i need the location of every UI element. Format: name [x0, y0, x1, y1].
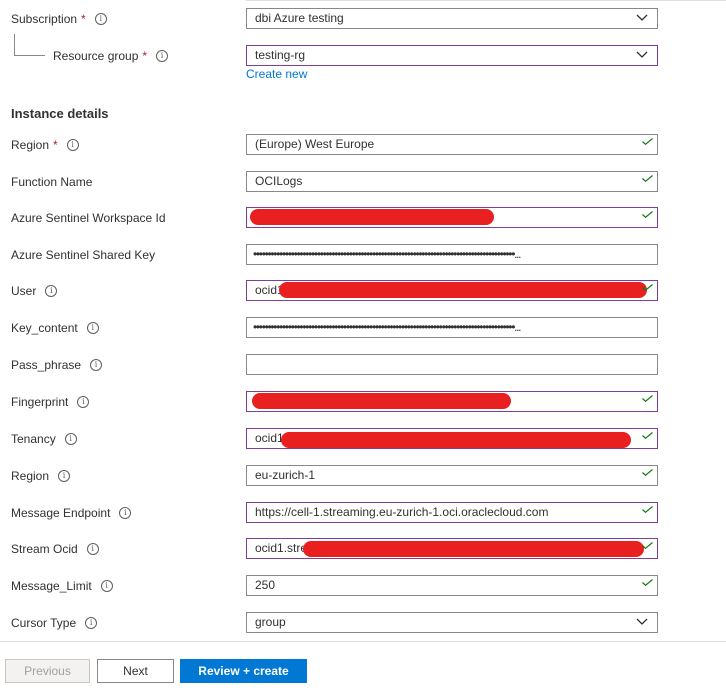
next-button[interactable]: Next — [97, 659, 174, 683]
info-icon[interactable]: i — [86, 321, 99, 334]
info-icon[interactable]: i — [156, 49, 169, 62]
workspace-id-input[interactable] — [246, 207, 658, 228]
check-icon — [642, 506, 653, 513]
top-divider — [246, 0, 726, 1]
subscription-dropdown[interactable]: dbi Azure testing — [246, 8, 658, 29]
resource-group-label: Resource group * i — [53, 46, 169, 66]
info-icon[interactable]: i — [77, 395, 90, 408]
check-icon — [642, 395, 653, 402]
key-content-input[interactable]: ••••••••••••••••••••••••••••••••••••••••… — [246, 317, 658, 338]
check-icon — [642, 469, 653, 476]
required-asterisk: * — [81, 12, 86, 26]
message-limit-input[interactable]: 250 — [246, 575, 658, 596]
shared-key-input[interactable]: ••••••••••••••••••••••••••••••••••••••••… — [246, 244, 658, 265]
info-icon[interactable]: i — [85, 616, 98, 629]
chevron-down-icon — [636, 14, 648, 21]
subscription-label: Subscription * i — [11, 9, 107, 29]
function-name-label: Function Name — [11, 175, 93, 189]
chevron-down-icon — [636, 618, 648, 625]
resource-group-dropdown[interactable]: testing-rg — [246, 45, 658, 66]
info-icon[interactable]: i — [94, 12, 107, 25]
message-endpoint-input[interactable]: https://cell-1.streaming.eu-zurich-1.oci… — [246, 502, 658, 523]
check-icon — [642, 579, 653, 586]
stream-ocid-label: Stream Ocid i — [11, 539, 99, 559]
create-new-link[interactable]: Create new — [246, 67, 307, 81]
message-limit-label: Message_Limit i — [11, 576, 113, 596]
footer-divider — [0, 641, 726, 642]
key-content-label: Key_content i — [11, 318, 99, 338]
review-create-button[interactable]: Review + create — [180, 659, 307, 683]
message-endpoint-label: Message Endpoint i — [11, 503, 132, 523]
function-name-input[interactable]: OCILogs — [246, 171, 658, 192]
oci-region-label: Region i — [11, 466, 71, 486]
check-icon — [642, 175, 653, 182]
check-icon — [642, 211, 653, 218]
check-icon — [642, 542, 653, 549]
cursor-type-dropdown[interactable]: group — [246, 612, 658, 633]
tree-connector — [14, 34, 15, 56]
info-icon[interactable]: i — [58, 469, 71, 482]
stream-ocid-input[interactable]: ocid1.stre — [246, 538, 658, 559]
redaction-mark — [250, 209, 494, 225]
shared-key-label: Azure Sentinel Shared Key — [11, 248, 156, 262]
pass-phrase-label: Pass_phrase i — [11, 355, 103, 375]
required-asterisk: * — [142, 49, 148, 63]
check-icon — [642, 284, 653, 291]
previous-button[interactable]: Previous — [5, 659, 90, 683]
required-asterisk: * — [53, 138, 58, 152]
region-label: Region * i — [11, 135, 79, 155]
pass-phrase-input[interactable] — [246, 354, 658, 375]
tenancy-input[interactable]: ocid1 — [246, 428, 658, 449]
info-icon[interactable]: i — [86, 542, 99, 555]
redaction-mark — [279, 282, 647, 298]
info-icon[interactable]: i — [45, 284, 58, 297]
user-label: User i — [11, 281, 58, 301]
user-input[interactable]: ocid1 — [246, 280, 658, 301]
workspace-id-label: Azure Sentinel Workspace Id — [11, 211, 166, 225]
region-dropdown[interactable]: (Europe) West Europe — [246, 134, 658, 155]
redaction-mark — [303, 541, 644, 557]
info-icon[interactable]: i — [100, 579, 113, 592]
info-icon[interactable]: i — [66, 138, 79, 151]
section-title: Instance details — [11, 106, 109, 121]
check-icon — [642, 432, 653, 439]
info-icon[interactable]: i — [90, 358, 103, 371]
chevron-down-icon — [636, 51, 648, 58]
redaction-mark — [252, 393, 511, 409]
redaction-mark — [281, 432, 631, 448]
tree-connector — [14, 55, 45, 56]
fingerprint-input[interactable] — [246, 391, 658, 412]
oci-region-input[interactable]: eu-zurich-1 — [246, 465, 658, 486]
check-icon — [642, 138, 653, 145]
fingerprint-label: Fingerprint i — [11, 392, 90, 412]
info-icon[interactable]: i — [64, 432, 77, 445]
tenancy-label: Tenancy i — [11, 429, 77, 449]
info-icon[interactable]: i — [119, 506, 132, 519]
cursor-type-label: Cursor Type i — [11, 613, 98, 633]
